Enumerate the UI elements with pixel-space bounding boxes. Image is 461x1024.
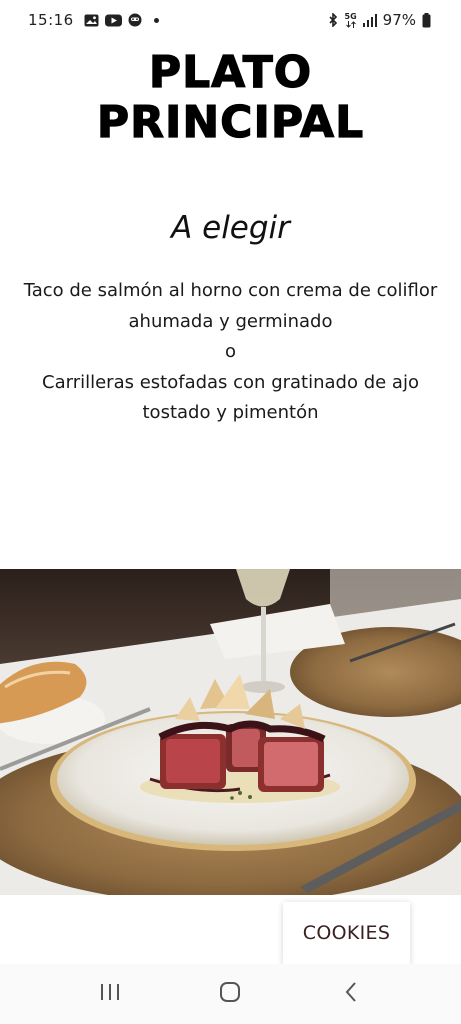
menu-option-2-line-1: Carrilleras estofadas con gratinado de a… xyxy=(42,371,419,393)
section-subtitle: A elegir xyxy=(171,210,290,246)
status-right: 5G 97% xyxy=(328,11,431,29)
home-icon xyxy=(219,981,241,1007)
battery-icon xyxy=(422,12,431,28)
menu-option-2-line-2: tostado y pimentón xyxy=(142,402,319,423)
cookies-button[interactable]: COOKIES xyxy=(283,902,410,964)
bluetooth-icon xyxy=(328,13,339,27)
status-time: 15:16 xyxy=(28,11,74,29)
gallery-icon xyxy=(84,14,99,27)
menu-option-1-line-1: Taco de salmón al horno con crema de col… xyxy=(23,280,438,301)
dish-photo xyxy=(0,569,461,895)
home-button[interactable] xyxy=(200,972,260,1016)
status-bar: 15:16 5G 97% xyxy=(0,0,461,40)
battery-percentage: 97% xyxy=(382,11,416,29)
status-left: 15:16 xyxy=(28,11,159,29)
network-label: 5G xyxy=(344,11,357,21)
dish-photo-illustration xyxy=(0,569,461,895)
system-nav-bar xyxy=(0,964,461,1024)
back-icon xyxy=(344,981,358,1007)
menu-option-1-line-2: ahumada y germinado xyxy=(128,310,333,332)
recent-apps-button[interactable] xyxy=(80,972,140,1016)
menu-separator: o xyxy=(224,341,236,362)
title-line-1: PLATO xyxy=(148,47,313,98)
assistant-icon xyxy=(128,13,142,27)
youtube-icon xyxy=(104,14,122,27)
recent-apps-icon xyxy=(99,982,121,1006)
page-title: PLATO PRINCIPAL xyxy=(0,47,461,148)
menu-description: Taco de salmón al horno con crema de col… xyxy=(0,276,461,429)
5g-icon: 5G xyxy=(344,11,357,28)
signal-icon xyxy=(362,13,377,27)
title-line-2: PRINCIPAL xyxy=(96,97,365,148)
back-button[interactable] xyxy=(321,972,381,1016)
notification-dot-icon xyxy=(153,17,159,23)
